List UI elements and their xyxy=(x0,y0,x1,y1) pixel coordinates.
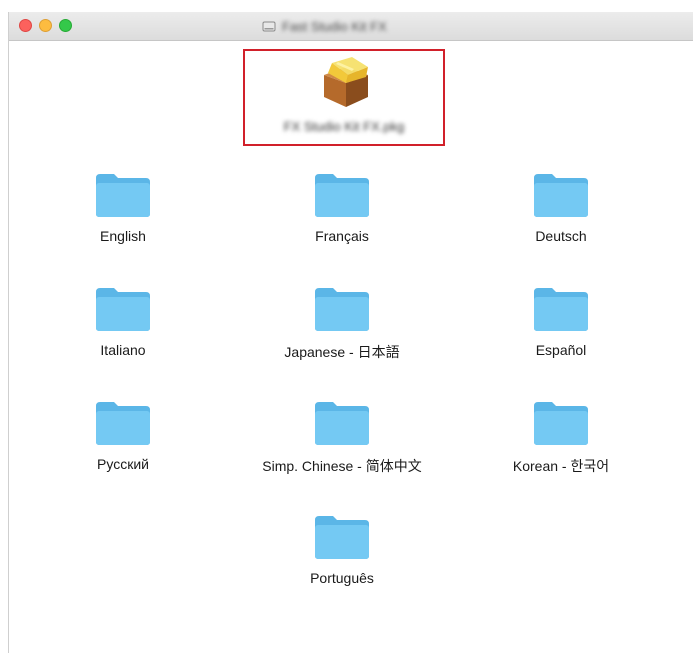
folder-japanese[interactable]: Japanese - 日本語 xyxy=(257,286,427,362)
window-title: Fast Studio Kit FX xyxy=(262,18,387,34)
minimize-button[interactable] xyxy=(39,19,52,32)
folder-russian[interactable]: Русский xyxy=(38,400,208,472)
window-title-text: Fast Studio Kit FX xyxy=(282,18,387,34)
folder-korean[interactable]: Korean - 한국어 xyxy=(476,400,646,476)
folder-icon xyxy=(315,516,369,559)
installer-package-item[interactable]: FX Studio Kit FX.pkg xyxy=(243,49,445,146)
folder-icon xyxy=(534,402,588,445)
folder-icon xyxy=(96,288,150,331)
folder-label: Español xyxy=(535,342,587,358)
folder-label: Italiano xyxy=(100,342,146,358)
disk-image-icon xyxy=(262,21,276,32)
folder-english[interactable]: English xyxy=(38,172,208,244)
folder-icon xyxy=(315,174,369,217)
folder-label: English xyxy=(100,228,146,244)
folder-label: Deutsch xyxy=(535,228,587,244)
folder-icon xyxy=(534,174,588,217)
close-button[interactable] xyxy=(19,19,32,32)
finder-window: Fast Studio Kit FX FX Studio Kit FX.pkg … xyxy=(8,12,693,653)
zoom-button[interactable] xyxy=(59,19,72,32)
title-bar[interactable]: Fast Studio Kit FX xyxy=(9,12,693,41)
folder-icon xyxy=(315,402,369,445)
folder-icon xyxy=(96,174,150,217)
installer-package-icon xyxy=(324,57,368,107)
folder-icon xyxy=(96,402,150,445)
folder-spanish[interactable]: Español xyxy=(476,286,646,358)
folder-italian[interactable]: Italiano xyxy=(38,286,208,358)
installer-package-label: FX Studio Kit FX.pkg xyxy=(283,119,405,134)
folder-icon xyxy=(315,288,369,331)
folder-portuguese[interactable]: Português xyxy=(257,514,427,586)
folder-german[interactable]: Deutsch xyxy=(476,172,646,244)
folder-label: Русский xyxy=(97,456,149,472)
folder-label: Français xyxy=(315,228,369,244)
folder-icon xyxy=(534,288,588,331)
folder-label: Japanese - 日本語 xyxy=(284,344,400,360)
folder-french[interactable]: Français xyxy=(257,172,427,244)
folder-simplified-chinese[interactable]: Simp. Chinese - 简体中文 xyxy=(257,400,427,476)
folder-label: Simp. Chinese - 简体中文 xyxy=(262,458,422,474)
folder-label: Português xyxy=(310,570,374,586)
folder-label: Korean - 한국어 xyxy=(512,458,610,474)
